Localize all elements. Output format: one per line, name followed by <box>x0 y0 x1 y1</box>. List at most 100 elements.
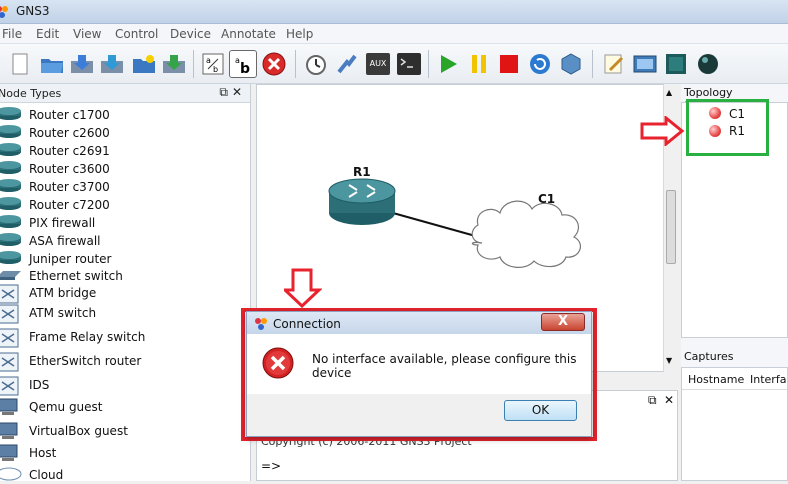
close-icon[interactable]: ✕ <box>664 393 674 407</box>
menu-view[interactable]: View <box>73 27 101 41</box>
terminal-icon[interactable] <box>662 50 690 78</box>
dialog-title-bar: Connection X <box>247 312 591 334</box>
menu-device[interactable]: Device <box>170 27 211 41</box>
node-type-label: Router c1700 <box>29 108 110 122</box>
node-type-item[interactable]: ASA firewall <box>0 232 250 250</box>
node-type-item[interactable]: Host <box>0 444 250 462</box>
node-type-label: ATM bridge <box>29 286 97 300</box>
computer-icon <box>0 422 22 439</box>
scroll-up-icon[interactable]: ▲ <box>666 88 672 97</box>
node-type-item[interactable]: Router c1700 <box>0 106 250 124</box>
dialog-message: No interface available, please configure… <box>312 352 577 380</box>
open-project-icon[interactable] <box>130 50 158 78</box>
svg-text:b: b <box>213 65 218 74</box>
aux-console-icon[interactable]: AUX <box>364 50 392 78</box>
captures-col-interface[interactable]: Interfa <box>750 373 786 386</box>
dialog-body: No interface available, please configure… <box>247 334 591 394</box>
node-type-item[interactable]: Frame Relay switch <box>0 328 250 348</box>
link-line[interactable] <box>392 212 480 238</box>
node-type-item[interactable]: Juniper router <box>0 250 250 268</box>
ok-button[interactable]: OK <box>504 400 577 421</box>
start-icon[interactable] <box>434 50 462 78</box>
node-type-label: Qemu guest <box>29 400 103 414</box>
console-header-buttons: ⧉ ✕ <box>596 393 678 409</box>
node-type-item[interactable]: Cloud <box>0 466 250 484</box>
new-file-icon[interactable] <box>6 50 34 78</box>
svg-text:a: a <box>206 56 211 65</box>
ball-icon[interactable] <box>694 50 722 78</box>
preferences-icon[interactable] <box>333 50 361 78</box>
node-type-item[interactable]: PIX firewall <box>0 214 250 232</box>
down-arrow-icon <box>284 268 322 308</box>
menu-control[interactable]: Control <box>115 27 158 41</box>
node-type-label: VirtualBox guest <box>29 424 128 438</box>
router-icon <box>0 106 22 121</box>
undock-icon[interactable]: ⧉ <box>648 393 657 408</box>
stop-icon[interactable] <box>495 50 523 78</box>
node-type-label: EtherSwitch router <box>29 354 142 368</box>
link-icon[interactable]: ab <box>199 50 227 78</box>
router-icon[interactable] <box>328 178 396 225</box>
node-type-item[interactable]: IDS <box>0 376 250 396</box>
cloud-label: C1 <box>538 192 556 206</box>
title-bar: GNS3 <box>0 0 788 24</box>
stop-linking-icon[interactable] <box>260 50 288 78</box>
save-as-icon[interactable] <box>98 50 126 78</box>
screenshot-icon[interactable] <box>631 50 659 78</box>
ids-icon <box>0 376 22 396</box>
menu-annotate[interactable]: Annotate <box>221 27 276 41</box>
node-type-item[interactable]: ATM switch <box>0 304 250 324</box>
toolbar: ab ab AUX <box>0 44 788 84</box>
virtualbox-icon[interactable] <box>557 50 585 78</box>
captures-panel: Hostname Interfa <box>681 367 788 481</box>
node-type-item[interactable]: Qemu guest <box>0 398 250 416</box>
node-type-item[interactable]: Router c2600 <box>0 124 250 142</box>
menu-edit[interactable]: Edit <box>36 27 59 41</box>
save-icon[interactable] <box>68 50 96 78</box>
node-type-item[interactable]: Router c3700 <box>0 178 250 196</box>
node-types-panel: Node Types ⧉✕ Router c1700 Router c2600 Ro… <box>0 84 251 484</box>
undock-icon[interactable]: ⧉ <box>219 85 232 99</box>
menu-file[interactable]: File <box>2 27 22 41</box>
dialog-close-button[interactable]: X <box>541 313 585 331</box>
node-type-label: Ethernet switch <box>29 269 123 283</box>
cloud-icon[interactable] <box>471 200 582 268</box>
console-icon[interactable] <box>395 50 423 78</box>
node-type-label: Router c2600 <box>29 126 110 140</box>
scroll-down-icon[interactable]: ▼ <box>666 356 672 365</box>
snapshot-clock-icon[interactable] <box>302 50 330 78</box>
node-type-item[interactable]: ATM bridge <box>0 284 250 304</box>
node-type-item[interactable]: Router c3600 <box>0 160 250 178</box>
gns3-logo-icon <box>255 318 267 330</box>
node-type-label: Juniper router <box>29 252 112 266</box>
close-icon[interactable]: ✕ <box>232 85 246 99</box>
connection-dialog: Connection X No interface available, ple… <box>246 311 592 437</box>
cloud-icon <box>0 466 22 481</box>
pause-icon[interactable] <box>465 50 493 78</box>
menu-help[interactable]: Help <box>286 27 313 41</box>
computer-icon <box>0 444 22 461</box>
router-icon <box>0 160 22 175</box>
show-names-icon[interactable]: ab <box>229 50 257 78</box>
node-types-title: Node Types <box>0 87 62 100</box>
atm-bridge-icon <box>0 284 22 304</box>
node-type-item[interactable]: Router c2691 <box>0 142 250 160</box>
notes-icon[interactable] <box>600 50 628 78</box>
green-highlight-box <box>686 99 769 156</box>
firewall-icon <box>0 214 22 229</box>
open-folder-icon[interactable] <box>38 50 66 78</box>
node-type-item[interactable]: EtherSwitch router <box>0 352 250 372</box>
reload-icon[interactable] <box>526 50 554 78</box>
aux-label: AUX <box>366 53 390 75</box>
node-type-label: Router c3600 <box>29 162 110 176</box>
node-type-item[interactable]: VirtualBox guest <box>0 422 250 440</box>
node-type-label: Router c3700 <box>29 180 110 194</box>
node-type-item[interactable]: Router c7200 <box>0 196 250 214</box>
console-prompt: => <box>261 459 282 473</box>
captures-title: Captures <box>684 350 734 363</box>
captures-col-hostname[interactable]: Hostname <box>688 373 744 386</box>
node-type-item[interactable]: Ethernet switch <box>0 267 250 285</box>
import-icon[interactable] <box>160 50 188 78</box>
node-type-label: Cloud <box>29 468 64 482</box>
scroll-thumb[interactable] <box>666 190 676 264</box>
